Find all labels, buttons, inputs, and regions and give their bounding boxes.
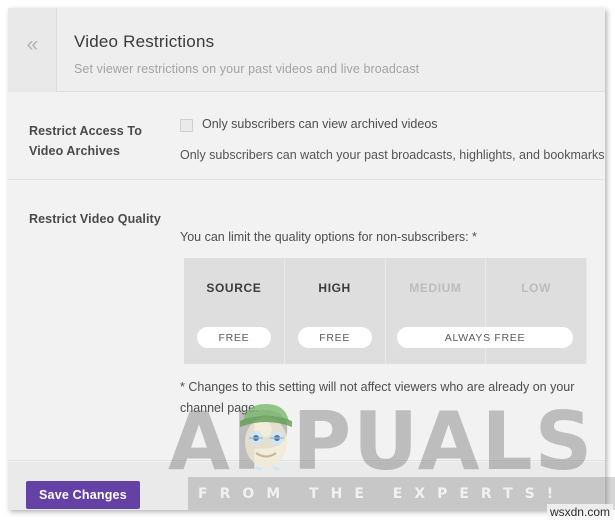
page-root: « Video Restrictions Set viewer restrict… [0,0,615,522]
section-body-quality: You can limit the quality options for no… [180,180,587,460]
quality-header-source: SOURCE [206,281,262,295]
sidebar-collapse-rail: « [8,8,57,92]
quality-column-low[interactable]: LOW [486,258,587,364]
archives-help-text: Only subscribers can watch your past bro… [180,148,605,162]
section-restrict-archives: Restrict Access To Video Archives Only s… [8,93,605,180]
card-header: Video Restrictions Set viewer restrictio… [57,8,605,92]
page-subtitle: Set viewer restrictions on your past vid… [74,62,420,76]
quality-column-source[interactable]: SOURCE FREE [184,258,285,364]
quality-pill-source[interactable]: FREE [197,327,271,348]
page-title: Video Restrictions [74,32,215,51]
quality-pill-always-free[interactable]: ALWAYS FREE [397,327,573,348]
quality-footnote: * Changes to this setting will not affec… [180,380,575,415]
video-restrictions-card: « Video Restrictions Set viewer restrict… [8,8,605,510]
chevron-double-left-icon[interactable]: « [8,34,56,55]
section-label-quality: Restrict Video Quality [29,212,161,226]
quality-header-high: HIGH [318,281,351,295]
quality-intro-text: You can limit the quality options for no… [180,230,477,244]
card-footer: Save Changes [8,462,605,510]
save-changes-button[interactable]: Save Changes [26,481,140,509]
quality-header-medium: MEDIUM [409,281,462,295]
quality-options-table: SOURCE FREE HIGH FREE MEDIUM LOW ALWAYS … [184,258,587,364]
quality-column-medium[interactable]: MEDIUM [386,258,487,364]
section-restrict-quality: Restrict Video Quality You can limit the… [8,180,605,461]
quality-header-low: LOW [521,281,552,295]
archives-checkbox[interactable] [180,119,193,132]
section-label-archives: Restrict Access To Video Archives [29,124,142,158]
quality-pill-high[interactable]: FREE [297,327,372,348]
archives-checkbox-label[interactable]: Only subscribers can view archived video… [202,117,438,131]
quality-column-high[interactable]: HIGH FREE [285,258,386,364]
section-body-archives: Only subscribers can view archived video… [180,93,605,179]
archives-checkbox-row[interactable]: Only subscribers can view archived video… [180,117,438,132]
